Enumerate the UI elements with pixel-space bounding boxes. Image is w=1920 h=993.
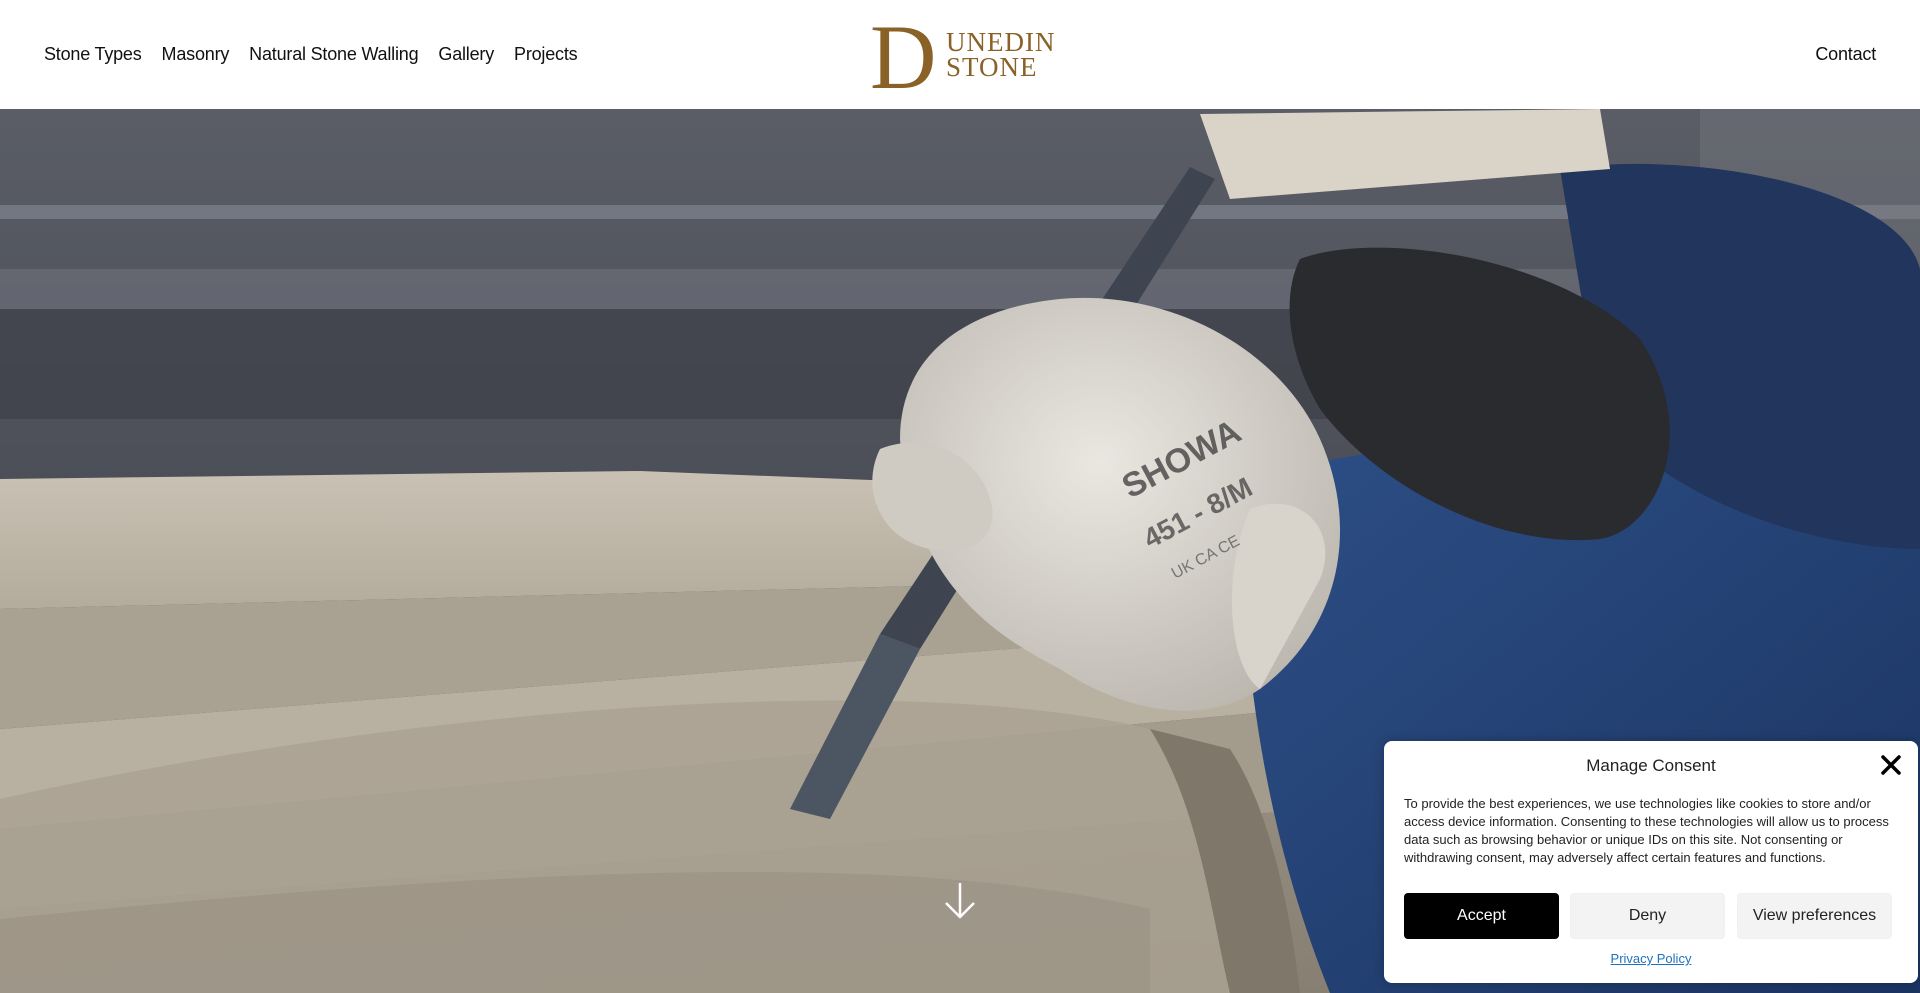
- deny-button[interactable]: Deny: [1570, 893, 1725, 939]
- nav-masonry[interactable]: Masonry: [162, 44, 230, 65]
- close-icon[interactable]: [1880, 754, 1902, 776]
- site-logo[interactable]: D UNEDIN STONE: [870, 6, 1054, 108]
- nav-gallery[interactable]: Gallery: [438, 44, 494, 65]
- view-preferences-button[interactable]: View preferences: [1737, 893, 1892, 939]
- privacy-policy-link[interactable]: Privacy Policy: [1384, 951, 1918, 966]
- consent-title: Manage Consent: [1586, 756, 1716, 775]
- scroll-down-arrow-icon[interactable]: [944, 881, 976, 921]
- nav-stone-types[interactable]: Stone Types: [44, 44, 142, 65]
- nav-contact[interactable]: Contact: [1815, 0, 1876, 109]
- logo-wordmark: UNEDIN STONE: [946, 29, 1055, 82]
- main-nav: Stone Types Masonry Natural Stone Wallin…: [44, 0, 578, 109]
- nav-projects[interactable]: Projects: [514, 44, 578, 65]
- nav-natural-stone-walling[interactable]: Natural Stone Walling: [249, 44, 418, 65]
- cookie-consent-dialog: Manage Consent To provide the best exper…: [1384, 741, 1918, 983]
- logo-line-2: STONE: [946, 52, 1038, 82]
- accept-button[interactable]: Accept: [1404, 893, 1559, 939]
- consent-message: To provide the best experiences, we use …: [1404, 796, 1889, 865]
- svg-text:D: D: [872, 16, 936, 92]
- site-header: Stone Types Masonry Natural Stone Wallin…: [0, 0, 1920, 109]
